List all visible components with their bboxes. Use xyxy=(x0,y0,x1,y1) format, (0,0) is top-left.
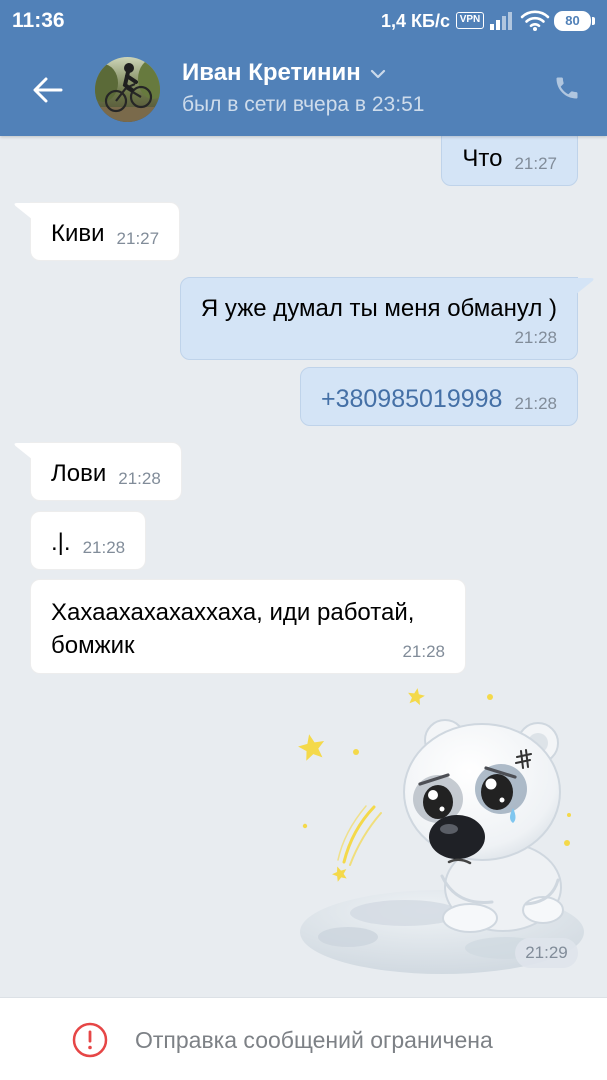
restriction-notice: Отправка сообщений ограничена xyxy=(135,1027,493,1053)
message-time: 21:28 xyxy=(514,328,557,347)
message-time: 21:28 xyxy=(82,538,126,557)
app-bar: 11:36 1,4 КБ/с VPN 80 Иван Кретинин был … xyxy=(0,0,607,136)
vpn-badge: VPN xyxy=(456,12,484,29)
back-button[interactable] xyxy=(30,72,66,108)
call-button[interactable] xyxy=(551,72,583,104)
contact-title[interactable]: Иван Кретинин xyxy=(182,58,386,88)
bear-head xyxy=(403,719,561,865)
battery-icon: 80 xyxy=(554,11,595,31)
message-text: Лови xyxy=(51,460,107,487)
sticker-time: 21:29 xyxy=(515,938,578,968)
battery-level: 80 xyxy=(565,13,580,28)
bubble-tail xyxy=(14,203,33,220)
message-time: 21:28 xyxy=(118,469,161,488)
chevron-down-icon xyxy=(370,69,385,79)
message-bubble[interactable]: +380985019998 21:28 xyxy=(300,367,578,426)
exclamation-circle-icon xyxy=(72,1022,108,1058)
chat-screen: 11:36 1,4 КБ/с VPN 80 Иван Кретинин был … xyxy=(0,0,607,1080)
contact-last-seen: был в сети вчера в 23:51 xyxy=(182,93,425,116)
contact-name: Иван Кретинин xyxy=(182,59,361,86)
message-restriction-bar: Отправка сообщений ограничена xyxy=(0,997,607,1080)
message-bubble[interactable]: Хахаахахахаххаха, иди работай, бомжик 21… xyxy=(30,579,466,674)
shooting-star-trail xyxy=(337,805,382,866)
wifi-icon xyxy=(520,10,550,31)
message-time: 21:27 xyxy=(116,229,160,248)
message-text: .|. xyxy=(51,529,71,556)
message-time: 21:28 xyxy=(402,642,445,661)
signal-icon xyxy=(489,11,513,30)
status-bar-time: 11:36 xyxy=(12,9,65,32)
avatar[interactable] xyxy=(95,57,160,122)
phone-number-link[interactable]: +380985019998 xyxy=(321,384,502,414)
sad-bear-on-moon-sticker xyxy=(298,688,584,974)
message-time: 21:27 xyxy=(514,154,557,173)
message-text: Что xyxy=(462,145,503,172)
message-text: Киви xyxy=(51,220,105,247)
message-text: Хахаахахахаххаха, иди работай, бомжик xyxy=(51,599,415,659)
message-time: 21:28 xyxy=(514,394,557,413)
message-bubble[interactable]: Я уже думал ты меня обманул ) 21:28 xyxy=(179,277,594,360)
bubble-tail xyxy=(14,443,33,460)
message-bubble[interactable]: Лови 21:28 xyxy=(14,442,182,501)
bubble-tail xyxy=(575,278,594,295)
sticker[interactable] xyxy=(290,680,590,980)
network-speed: 1,4 КБ/с xyxy=(381,11,450,31)
arrow-left-icon xyxy=(33,77,63,103)
message-bubble[interactable]: Киви 21:27 xyxy=(14,202,181,261)
message-bubble[interactable]: .|. 21:28 xyxy=(30,511,147,570)
message-text: Я уже думал ты меня обманул ) xyxy=(200,295,557,322)
phone-icon xyxy=(556,77,578,99)
